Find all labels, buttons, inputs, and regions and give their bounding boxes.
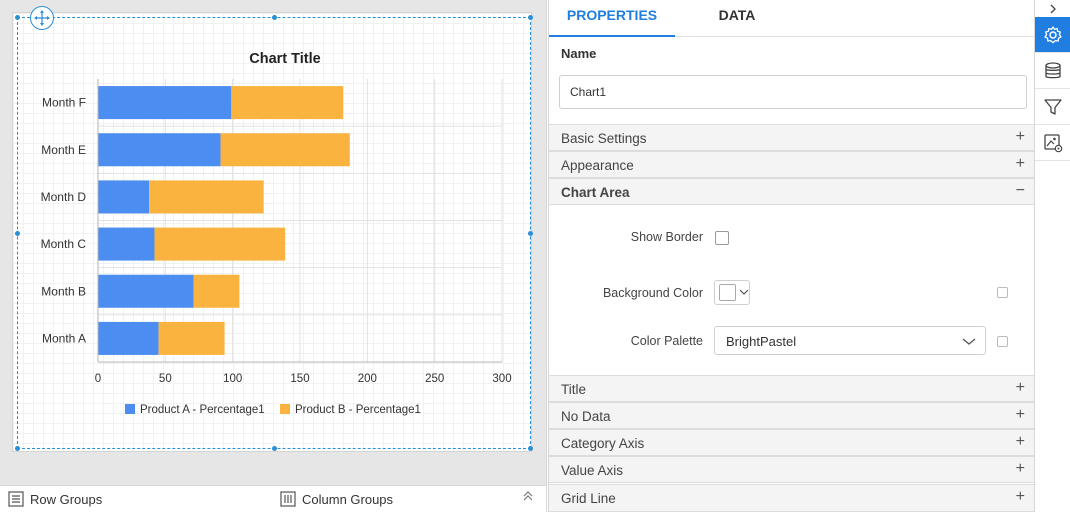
y-tick-label: Month B <box>41 284 86 298</box>
chart-gridlines <box>98 79 503 362</box>
filter-icon <box>1044 98 1062 115</box>
bar-segment[interactable] <box>149 180 264 214</box>
row-groups-button[interactable]: Row Groups <box>8 491 102 507</box>
chevron-down-icon <box>962 338 976 345</box>
section-label: Grid Line <box>561 491 616 506</box>
row-groups-label: Row Groups <box>30 491 103 507</box>
section-title[interactable]: Title + <box>549 375 1035 402</box>
side-toolbar <box>1034 0 1070 512</box>
bar-segment[interactable] <box>158 321 225 355</box>
section-label: Basic Settings <box>561 131 647 146</box>
section-label: Value Axis <box>561 463 624 478</box>
bar-segment[interactable] <box>220 133 350 167</box>
name-label: Name <box>561 46 597 61</box>
bar-segment[interactable] <box>98 321 159 355</box>
column-groups-button[interactable]: Column Groups <box>280 491 393 507</box>
x-tick-label: 150 <box>290 373 309 385</box>
section-value-axis[interactable]: Value Axis + <box>549 456 1035 483</box>
chevron-right-icon <box>1050 4 1056 13</box>
expand-plus-icon: + <box>1015 155 1025 172</box>
tab-data[interactable]: DATA <box>675 0 799 37</box>
column-groups-icon <box>280 491 296 507</box>
x-tick-label: 50 <box>159 373 172 385</box>
bar-segment[interactable] <box>98 227 155 261</box>
x-tick-label: 100 <box>223 373 242 385</box>
expand-plus-icon: + <box>1015 460 1025 477</box>
section-label: Category Axis <box>561 436 645 451</box>
bar-chart[interactable]: Chart Title 0 50 100 150 200 250 300 Month A Mon… <box>0 0 547 485</box>
section-label: Appearance <box>561 158 634 173</box>
collapse-groups-button[interactable] <box>522 490 534 502</box>
chart-title: Chart Title <box>249 51 320 67</box>
x-tick-label: 250 <box>425 373 444 385</box>
report-designer-area: Chart Title 0 50 100 150 200 250 300 Month A Mon… <box>0 0 547 485</box>
section-no-data[interactable]: No Data + <box>549 402 1035 429</box>
background-color-label: Background Color <box>602 286 703 300</box>
section-category-axis[interactable]: Category Axis + <box>549 429 1035 456</box>
section-chart-area[interactable]: Chart Area − <box>549 178 1035 205</box>
background-color-expression-checkbox[interactable] <box>997 287 1008 298</box>
properties-panel: PROPERTIES DATA Name Basic Settings + Ap… <box>548 0 1035 512</box>
panel-tabs: PROPERTIES DATA <box>549 0 1034 37</box>
section-grid-line[interactable]: Grid Line + <box>549 484 1035 512</box>
gear-icon <box>1044 25 1062 43</box>
y-tick-label: Month D <box>41 190 87 204</box>
legend-swatch <box>125 404 135 414</box>
expand-panel-button[interactable] <box>1035 0 1070 17</box>
expand-plus-icon: + <box>1015 433 1025 450</box>
chevron-down-icon <box>739 289 749 295</box>
legend-label: Product B - Percentage1 <box>295 404 421 416</box>
y-tick-label: Month C <box>41 237 87 251</box>
double-chevron-up-icon <box>523 491 533 501</box>
section-label: Title <box>561 382 587 397</box>
name-input[interactable] <box>559 75 1027 109</box>
section-appearance[interactable]: Appearance + <box>549 151 1035 178</box>
x-tick-label: 200 <box>358 373 377 385</box>
bar-segment[interactable] <box>154 227 286 261</box>
section-basic-settings[interactable]: Basic Settings + <box>549 124 1035 151</box>
expand-plus-icon: + <box>1015 406 1025 423</box>
color-swatch <box>719 284 736 301</box>
background-color-picker[interactable] <box>714 280 750 305</box>
collapse-minus-icon: − <box>1015 182 1025 199</box>
tab-properties[interactable]: PROPERTIES <box>549 0 675 37</box>
column-groups-label: Column Groups <box>302 491 394 507</box>
expand-plus-icon: + <box>1015 128 1025 145</box>
properties-toolbar-button[interactable] <box>1035 17 1070 53</box>
color-palette-select[interactable]: BrightPastel <box>714 326 986 355</box>
y-tick-label: Month A <box>42 331 86 345</box>
section-label: Chart Area <box>561 185 630 200</box>
bar-segment[interactable] <box>98 133 221 167</box>
image-settings-toolbar-button[interactable] <box>1035 125 1070 161</box>
bar-segment[interactable] <box>98 180 150 214</box>
color-palette-value: BrightPastel <box>726 334 797 349</box>
database-icon <box>1045 61 1061 78</box>
data-toolbar-button[interactable] <box>1035 53 1070 89</box>
grouping-bar: Row Groups Column Groups <box>0 485 547 512</box>
legend-swatch <box>280 404 290 414</box>
bar-segment[interactable] <box>231 86 344 120</box>
legend-label: Product A - Percentage1 <box>140 404 265 416</box>
bar-segment[interactable] <box>193 274 240 308</box>
expand-plus-icon: + <box>1015 379 1025 396</box>
expand-plus-icon: + <box>1015 488 1025 505</box>
row-groups-icon <box>8 491 24 507</box>
color-palette-expression-checkbox[interactable] <box>997 336 1008 347</box>
bar-segment[interactable] <box>98 274 194 308</box>
section-label: No Data <box>561 409 611 424</box>
bar-segment[interactable] <box>98 86 232 120</box>
image-settings-icon <box>1044 133 1063 152</box>
chart-legend: Product A - Percentage1 Product B - Perce… <box>125 404 421 416</box>
x-tick-label: 300 <box>492 373 511 385</box>
show-border-checkbox[interactable] <box>715 231 729 245</box>
y-tick-label: Month F <box>42 96 86 110</box>
show-border-label: Show Border <box>630 230 703 244</box>
color-palette-label: Color Palette <box>630 334 703 348</box>
x-tick-label: 0 <box>95 373 101 385</box>
y-tick-label: Month E <box>41 143 86 157</box>
filter-toolbar-button[interactable] <box>1035 89 1070 125</box>
